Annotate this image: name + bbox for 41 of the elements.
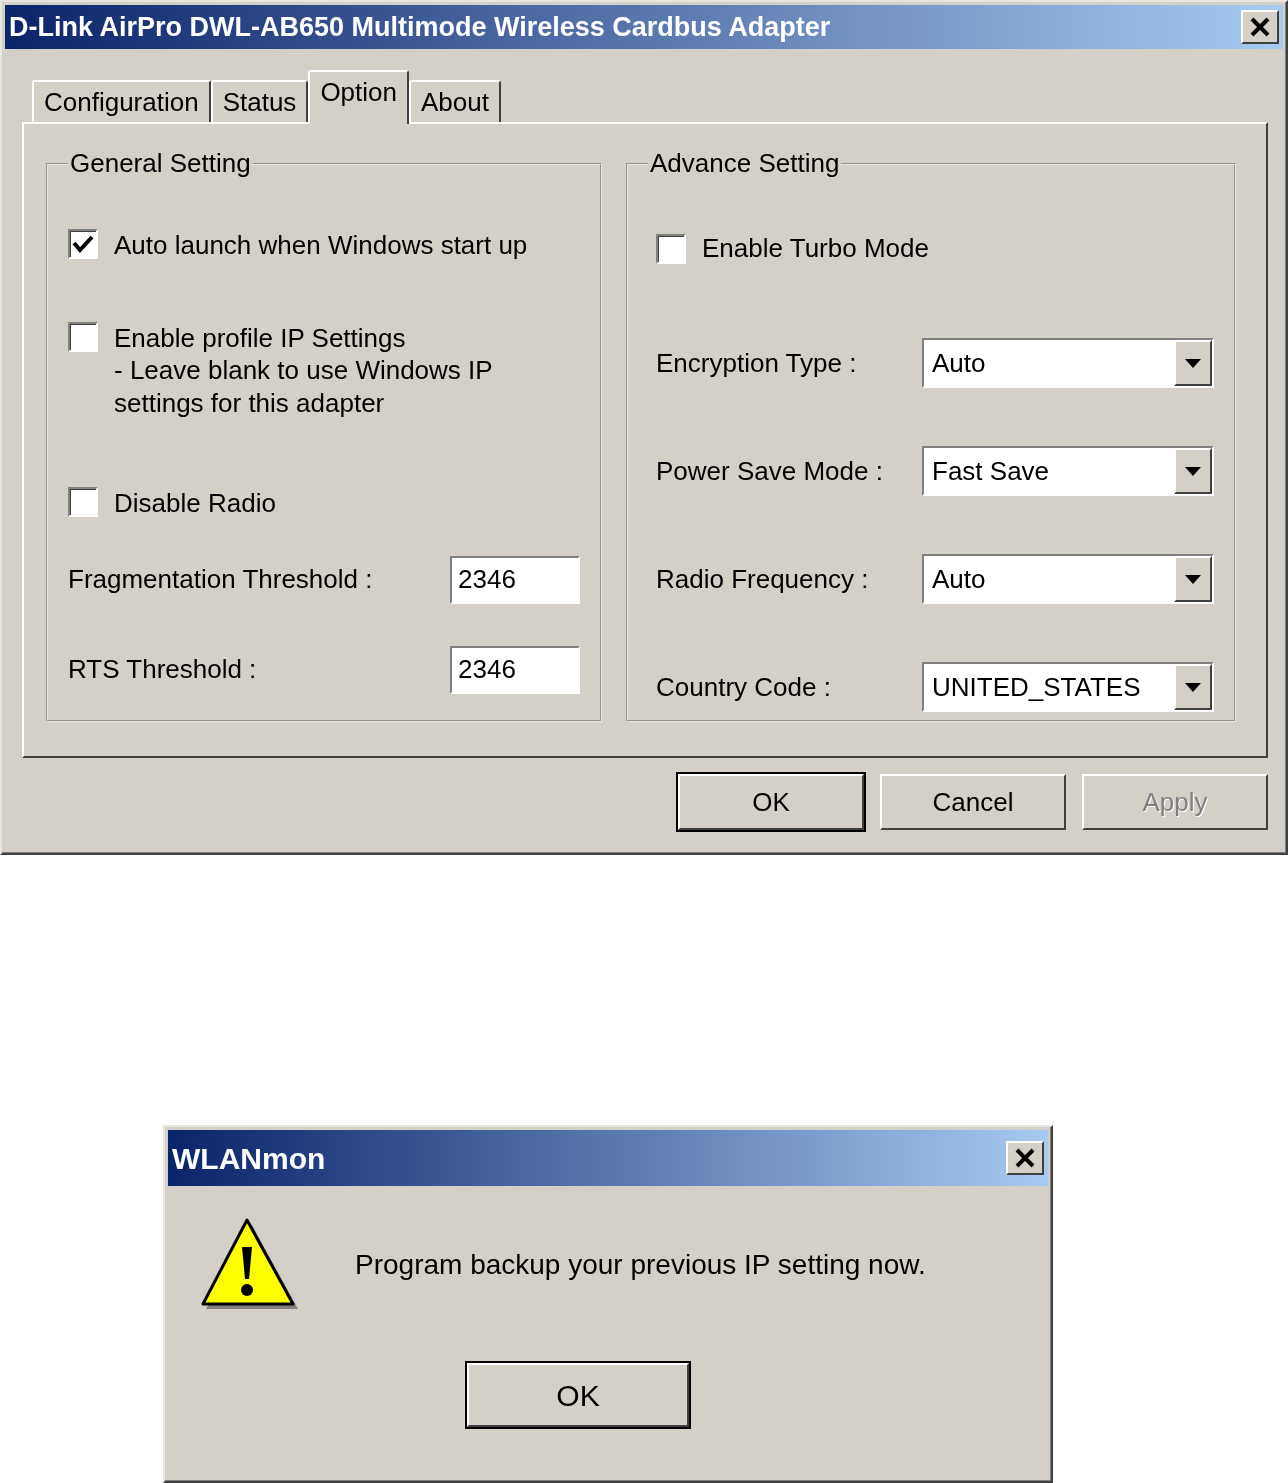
dialog-button[interactable]: OK bbox=[467, 1363, 689, 1427]
note-text: - Leave blank to use Windows IP settings for this adapter bbox=[114, 354, 494, 420]
checkbox[interactable] bbox=[68, 229, 98, 260]
close-icon[interactable] bbox=[1014, 1148, 1036, 1168]
group-title: General Setting bbox=[69, 148, 252, 180]
field-label: RTS Threshold : bbox=[68, 653, 257, 687]
input-field[interactable]: 2346 bbox=[450, 555, 580, 604]
window-title: D-Link AirPro DWL-AB650 Multimode Wireless Cardbus Adapter bbox=[9, 10, 831, 44]
checkbox-label: Auto launch when Windows start up bbox=[114, 229, 528, 262]
dropdown[interactable]: Auto bbox=[922, 554, 1214, 605]
dropdown[interactable]: Auto bbox=[922, 338, 1214, 389]
tab[interactable]: Status bbox=[210, 80, 309, 122]
checkbox-label: Disable Radio bbox=[114, 487, 276, 520]
window-title: WLANmon bbox=[172, 1140, 326, 1177]
caret-icon bbox=[1185, 574, 1201, 584]
tab[interactable]: Configuration bbox=[32, 80, 211, 122]
field-label: Encryption Type : bbox=[656, 346, 857, 380]
dropdown[interactable]: UNITED_STATES bbox=[922, 662, 1214, 713]
close-button[interactable] bbox=[1006, 1141, 1044, 1175]
field-label: Fragmentation Threshold : bbox=[68, 563, 373, 597]
dropdown[interactable]: Fast Save bbox=[922, 446, 1214, 497]
checkbox-label: Enable profile IP Settings bbox=[114, 321, 407, 355]
message-text: Program backup your previous IP setting now. bbox=[355, 1248, 926, 1282]
dialog-button[interactable]: OK bbox=[678, 774, 864, 830]
group-title: Advance Setting bbox=[649, 148, 841, 180]
close-icon[interactable] bbox=[1249, 17, 1271, 37]
checkbox[interactable] bbox=[68, 487, 98, 518]
dialog-button[interactable]: Cancel bbox=[880, 774, 1066, 830]
close-button[interactable] bbox=[1241, 10, 1279, 44]
input-field[interactable]: 2346 bbox=[450, 645, 580, 694]
checkbox[interactable] bbox=[68, 321, 98, 352]
tab[interactable]: About bbox=[409, 80, 501, 122]
caret-icon bbox=[1185, 682, 1201, 692]
checkbox-label: Enable Turbo Mode bbox=[702, 232, 929, 266]
tab[interactable]: Option bbox=[308, 70, 409, 124]
field-label: Country Code : bbox=[656, 670, 831, 704]
caret-icon bbox=[1185, 466, 1201, 476]
checkbox[interactable] bbox=[656, 233, 686, 264]
field-label: Radio Frequency : bbox=[656, 562, 869, 596]
field-label: Power Save Mode : bbox=[656, 454, 883, 488]
caret-icon bbox=[1185, 358, 1201, 368]
